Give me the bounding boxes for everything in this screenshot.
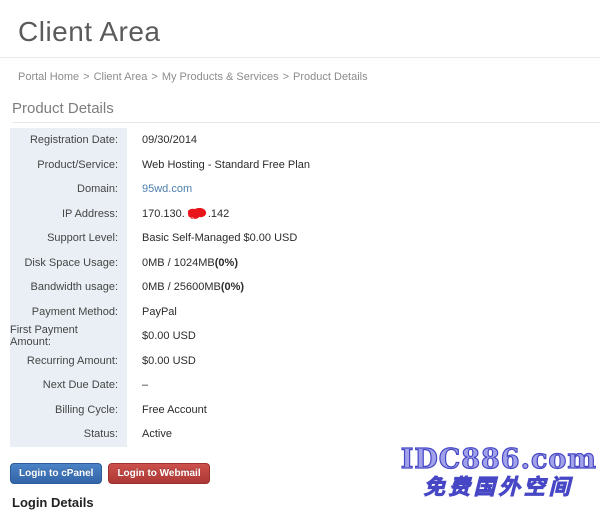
table-row-billing-cycle: Billing Cycle: Free Account: [10, 398, 590, 423]
product-details-table: Registration Date: 09/30/2014 Product/Serv…: [10, 128, 590, 447]
value-text: 0MB / 1024MB: [142, 257, 215, 269]
table-row-disk-space-usage: Disk Space Usage:0MB / 1024MB (0%): [10, 251, 590, 276]
breadcrumb: Portal Home>Client Area>My Products & Se…: [18, 71, 600, 83]
value-text: Free Account: [142, 404, 207, 416]
value-text: $0.00 USD: [142, 330, 196, 342]
page-title: Client Area: [18, 15, 600, 48]
table-row-next-due-date: Next Due Date: –: [10, 373, 590, 398]
row-label: Domain:: [10, 177, 127, 202]
row-value: –: [127, 373, 148, 398]
row-label: Billing Cycle:: [10, 398, 127, 423]
row-label: IP Address:: [10, 202, 127, 227]
row-value: 09/30/2014: [127, 128, 197, 153]
value-text: –: [142, 379, 148, 391]
breadcrumb-separator: >: [147, 71, 161, 83]
value-text: Active: [142, 428, 172, 440]
table-row-registration-date: Registration Date: 09/30/2014: [10, 128, 590, 153]
row-label: Registration Date:: [10, 128, 127, 153]
ip-redaction-scribble: [186, 207, 207, 220]
table-row-first-payment-amount: First Payment Amount: $0.00 USD: [10, 324, 590, 349]
row-label: First Payment Amount:: [10, 324, 127, 349]
value-text: PayPal: [142, 306, 177, 318]
table-row-ip-address: IP Address: 170.130. .142: [10, 202, 590, 227]
breadcrumb-item[interactable]: Portal Home: [18, 71, 79, 83]
row-label: Support Level:: [10, 226, 127, 251]
breadcrumb-separator: >: [79, 71, 93, 83]
row-label: Product/Service:: [10, 153, 127, 178]
domain-link[interactable]: 95wd.com: [142, 183, 192, 195]
breadcrumb-item[interactable]: My Products & Services: [162, 71, 279, 83]
row-value: 95wd.com: [127, 177, 192, 202]
value-text: 0MB / 25600MB: [142, 281, 221, 293]
value-text: Basic Self-Managed $0.00 USD: [142, 232, 297, 244]
section-title-product-details: Product Details: [12, 100, 600, 123]
row-value: Free Account: [127, 398, 207, 423]
row-label: Bandwidth usage:: [10, 275, 127, 300]
row-label: Payment Method:: [10, 300, 127, 325]
table-row-domain: Domain: 95wd.com: [10, 177, 590, 202]
action-buttons: Login to cPanel Login to Webmail: [10, 463, 600, 484]
table-row-support-level: Support Level: Basic Self-Managed $0.00 U…: [10, 226, 590, 251]
value-text: Web Hosting - Standard Free Plan: [142, 159, 310, 171]
value-bold-part: (0%): [215, 257, 238, 269]
row-value: Web Hosting - Standard Free Plan: [127, 153, 310, 178]
table-row-payment-method: Payment Method: PayPal: [10, 300, 590, 325]
value-text: .142: [208, 208, 229, 220]
row-value: 0MB / 25600MB (0%): [127, 275, 244, 300]
row-value: $0.00 USD: [127, 324, 196, 349]
table-row-recurring-amount: Recurring Amount: $0.00 USD: [10, 349, 590, 374]
login-details-heading: Login Details: [12, 495, 600, 510]
table-row-product-service: Product/Service: Web Hosting - Standard F…: [10, 153, 590, 178]
table-row-bandwidth-usage: Bandwidth usage:0MB / 25600MB (0%): [10, 275, 590, 300]
value-text: 09/30/2014: [142, 134, 197, 146]
row-value: Active: [127, 422, 172, 447]
header-divider: [0, 57, 600, 58]
row-label: Disk Space Usage:: [10, 251, 127, 276]
row-value: 170.130. .142: [127, 202, 229, 227]
row-label: Status:: [10, 422, 127, 447]
row-label: Recurring Amount:: [10, 349, 127, 374]
breadcrumb-item[interactable]: Client Area: [94, 71, 148, 83]
row-value: Basic Self-Managed $0.00 USD: [127, 226, 297, 251]
row-value: $0.00 USD: [127, 349, 196, 374]
breadcrumb-item: Product Details: [293, 71, 368, 83]
value-bold-part: (0%): [221, 281, 244, 293]
table-row-status: Status: Active: [10, 422, 590, 447]
row-label: Next Due Date:: [10, 373, 127, 398]
value-text: $0.00 USD: [142, 355, 196, 367]
row-value: PayPal: [127, 300, 177, 325]
login-to-cpanel-button[interactable]: Login to cPanel: [10, 463, 102, 484]
login-to-webmail-button[interactable]: Login to Webmail: [108, 463, 209, 484]
value-text: 170.130.: [142, 208, 185, 220]
breadcrumb-separator: >: [279, 71, 293, 83]
row-value: 0MB / 1024MB (0%): [127, 251, 238, 276]
